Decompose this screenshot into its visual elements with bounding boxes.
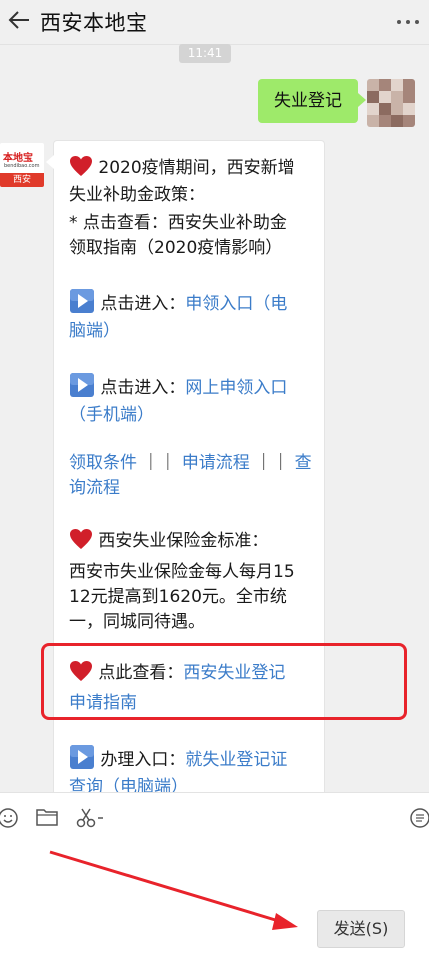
send-button[interactable]: 发送(S)	[317, 910, 405, 948]
annotation-arrow	[49, 850, 298, 930]
